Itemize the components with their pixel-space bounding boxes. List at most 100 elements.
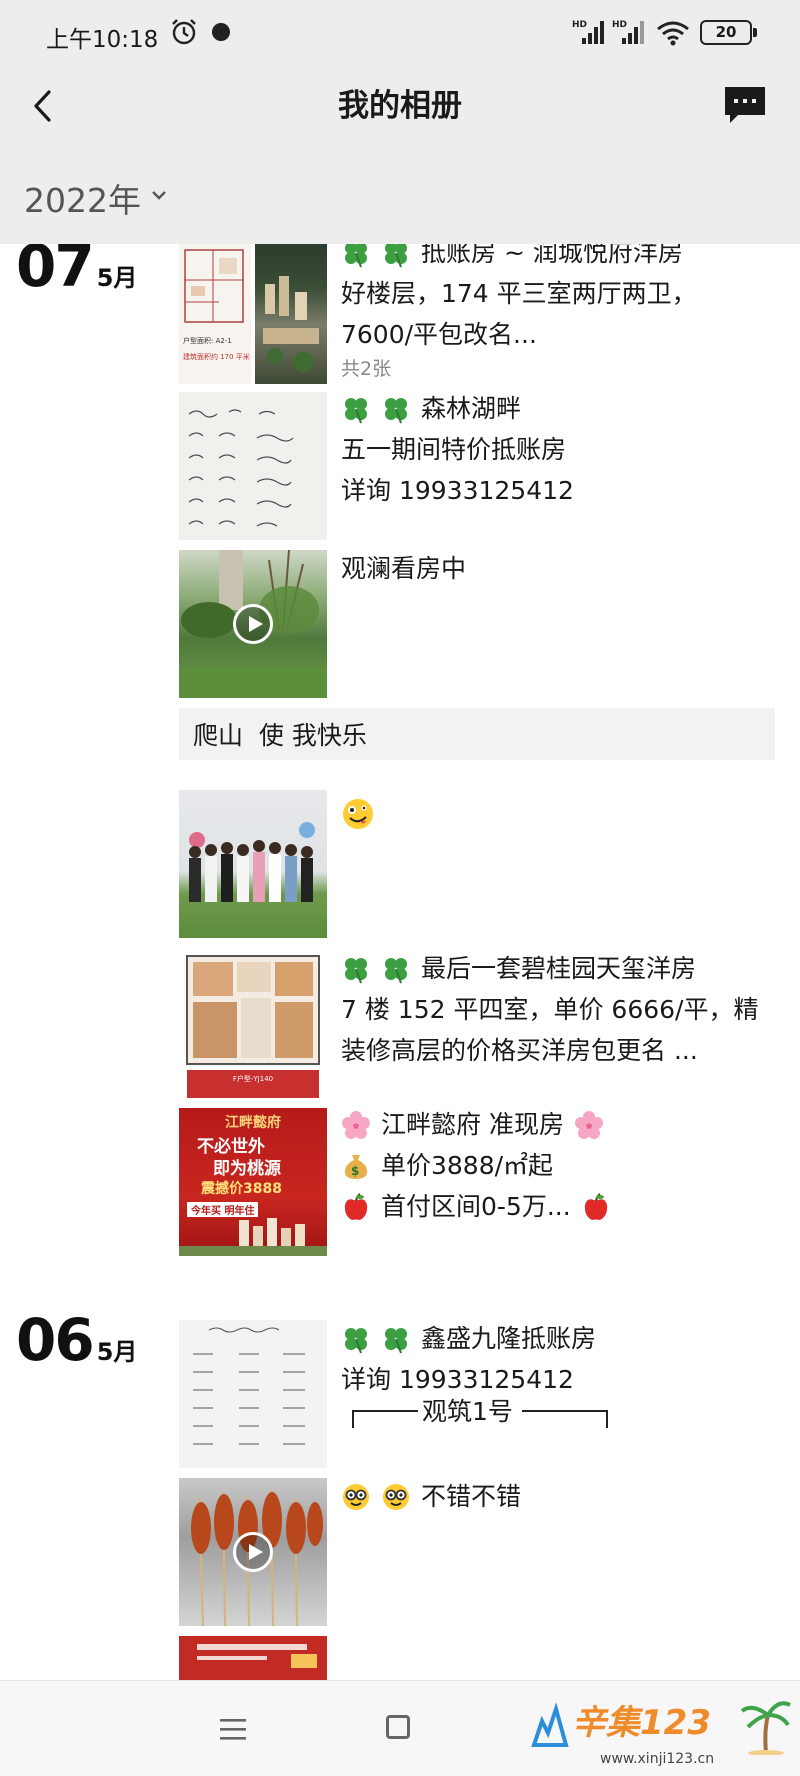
image-count: 共2张 — [341, 358, 392, 380]
date-header: 07 5月 — [16, 244, 137, 300]
zany-face-icon — [343, 799, 373, 829]
post-text[interactable]: 观澜看房中 — [341, 548, 761, 589]
nerd-face-icon — [343, 1483, 369, 1510]
four-leaf-clover-icon — [385, 397, 407, 423]
ad-banner: 今年买 明年住 — [187, 1202, 259, 1217]
red-apple-icon — [584, 1192, 607, 1220]
svg-text:HD: HD — [572, 20, 587, 30]
post-line: 观澜看房中 — [341, 554, 467, 583]
nerd-face-icon — [383, 1483, 409, 1510]
system-nav-bar: 辛集123 www.xinji123.cn — [0, 1680, 800, 1776]
post-thumbnail[interactable]: 江畔懿府 不必世外 即为桃源 震撼价3888 今年买 明年住 — [179, 1108, 327, 1256]
signal-hd-icon: HD — [572, 20, 604, 44]
post-text-line: 鑫盛九隆抵账房 — [341, 1318, 761, 1359]
handwritten-list-image — [188, 409, 294, 527]
post-thumbnail[interactable]: 户型面积: A2-1 建筑面积约 170 平米 — [179, 244, 327, 384]
menu-icon[interactable] — [220, 1717, 246, 1741]
signal-hd-icon-2: HD — [612, 20, 644, 44]
date-day: 06 — [16, 1306, 95, 1374]
post-line: 7600/平包改名... — [341, 320, 537, 349]
post-title-with-lines[interactable]: 观筑1号 — [352, 1392, 620, 1432]
post-thumbnail[interactable] — [179, 392, 327, 540]
alarm-icon — [172, 19, 196, 45]
video-thumbnail[interactable] — [179, 1478, 327, 1626]
floorplan-label: F户型-YJ140 — [232, 1075, 274, 1083]
post-text[interactable]: 抵账房 ~ 润城悦府洋房 好楼层，174 平三室两厅两卫， 7600/平包改名.… — [341, 244, 761, 355]
ad-price: 震撼价3888 — [201, 1181, 282, 1197]
post-text-line: 首付区间0-5万... — [341, 1186, 761, 1227]
aerial-render-image — [255, 244, 327, 384]
video-thumbnail[interactable] — [179, 550, 327, 698]
nav-bar: 我的相册 — [0, 66, 800, 146]
post-thumbnail[interactable] — [179, 790, 327, 938]
post-text[interactable]: 江畔懿府 准现房 $ 单价3888/㎡起 首付区间0-5万... — [341, 1104, 761, 1227]
four-leaf-clover-icon — [345, 244, 367, 267]
handwritten-list-image — [193, 1327, 305, 1445]
post-line: 装修高层的价格买洋房包更名 ... — [341, 1036, 698, 1065]
post-line: 详询 19933125412 — [341, 476, 574, 505]
post-text-line: 不错不错 — [341, 1476, 761, 1517]
floorplan-area: 建筑面积约 170 平米 — [183, 353, 250, 361]
year-filter[interactable]: 2022年 — [0, 146, 800, 244]
svg-text:HD: HD — [612, 20, 627, 30]
post-line: 最后一套碧桂园天玺洋房 — [421, 954, 697, 983]
post-text[interactable]: 森林湖畔 五一期间特价抵账房 详询 19933125412 — [341, 388, 761, 511]
floorplan-image: 户型面积: A2-1 建筑面积约 170 平米 — [179, 244, 251, 384]
home-button[interactable] — [386, 1715, 410, 1739]
watermark-logo-icon — [531, 1702, 569, 1747]
status-time: 上午10:18 — [46, 27, 159, 53]
post-text-line: 抵账房 ~ 润城悦府洋房 — [341, 244, 761, 273]
text-only-post[interactable]: 爬山 使 我快乐 — [179, 708, 775, 760]
post-text-line: 江畔懿府 准现房 — [341, 1104, 761, 1145]
floorplan-label: 户型面积: A2-1 — [183, 337, 232, 345]
post-thumbnail[interactable] — [179, 1636, 327, 1680]
post-line: 观筑1号 — [422, 1397, 513, 1426]
post-line: 7 楼 152 平四室，单价 6666/平，精 — [341, 995, 759, 1024]
post-line: 江畔懿府 准现房 — [381, 1110, 564, 1139]
svg-text:$: $ — [351, 1164, 359, 1178]
message-bubble-icon[interactable] — [722, 82, 768, 128]
post-line: 好楼层，174 平三室两厅两卫， — [341, 279, 697, 308]
post-line: 五一期间特价抵账房 — [341, 435, 567, 464]
post-line: 爬山 使 我快乐 — [193, 721, 367, 750]
post-line: 鑫盛九隆抵账房 — [421, 1324, 597, 1353]
post-text-line: 最后一套碧桂园天玺洋房 — [341, 948, 761, 989]
four-leaf-clover-icon — [345, 397, 367, 423]
cherry-blossom-icon — [574, 1110, 603, 1139]
date-month: 5月 — [96, 264, 138, 292]
palm-tree-icon — [740, 1701, 791, 1755]
date-day: 07 — [16, 244, 95, 300]
battery-level: 20 — [715, 23, 737, 41]
money-bag-icon: $ — [344, 1154, 368, 1179]
battery-icon: 20 — [700, 20, 757, 45]
four-leaf-clover-icon — [345, 957, 367, 983]
post-thumbnail[interactable] — [179, 1320, 327, 1468]
album-feed[interactable]: 07 5月 户型面积: A2-1 建筑面积约 170 平米 抵账房 ~ 润城悦府… — [0, 244, 800, 1680]
date-month: 5月 — [96, 1338, 138, 1366]
post-text[interactable]: 鑫盛九隆抵账房 详询 19933125412 — [341, 1318, 761, 1400]
play-icon[interactable] — [233, 604, 273, 644]
year-label: 2022年 — [24, 181, 141, 220]
post-line: 森林湖畔 — [421, 394, 522, 423]
site-watermark: 辛集123 www.xinji123.cn — [530, 1695, 796, 1773]
status-bar: 上午10:18 HD HD 20 — [0, 0, 800, 66]
wifi-icon — [657, 21, 689, 46]
post-text[interactable]: 不错不错 — [341, 1476, 761, 1517]
post-text[interactable]: 最后一套碧桂园天玺洋房 7 楼 152 平四室，单价 6666/平，精 装修高层… — [341, 948, 761, 1071]
notification-dot-icon — [212, 23, 230, 41]
post-text-line: $ 单价3888/㎡起 — [341, 1145, 761, 1186]
play-icon[interactable] — [233, 1532, 273, 1572]
post-line: 首付区间0-5万... — [381, 1192, 571, 1221]
four-leaf-clover-icon — [345, 1327, 367, 1353]
post-text[interactable] — [341, 790, 761, 831]
watermark-url: www.xinji123.cn — [600, 1751, 715, 1767]
post-line: 不错不错 — [421, 1482, 522, 1511]
red-apple-icon — [344, 1192, 368, 1220]
post-text-line: 森林湖畔 — [341, 388, 761, 429]
post-line: 抵账房 ~ 润城悦府洋房 — [421, 244, 683, 267]
cherry-blossom-icon — [342, 1110, 370, 1139]
four-leaf-clover-icon — [385, 1327, 407, 1353]
post-thumbnail[interactable]: F户型-YJ140 — [179, 950, 327, 1098]
ad-slogan: 即为桃源 — [213, 1159, 281, 1179]
group-photo-image — [189, 822, 315, 902]
